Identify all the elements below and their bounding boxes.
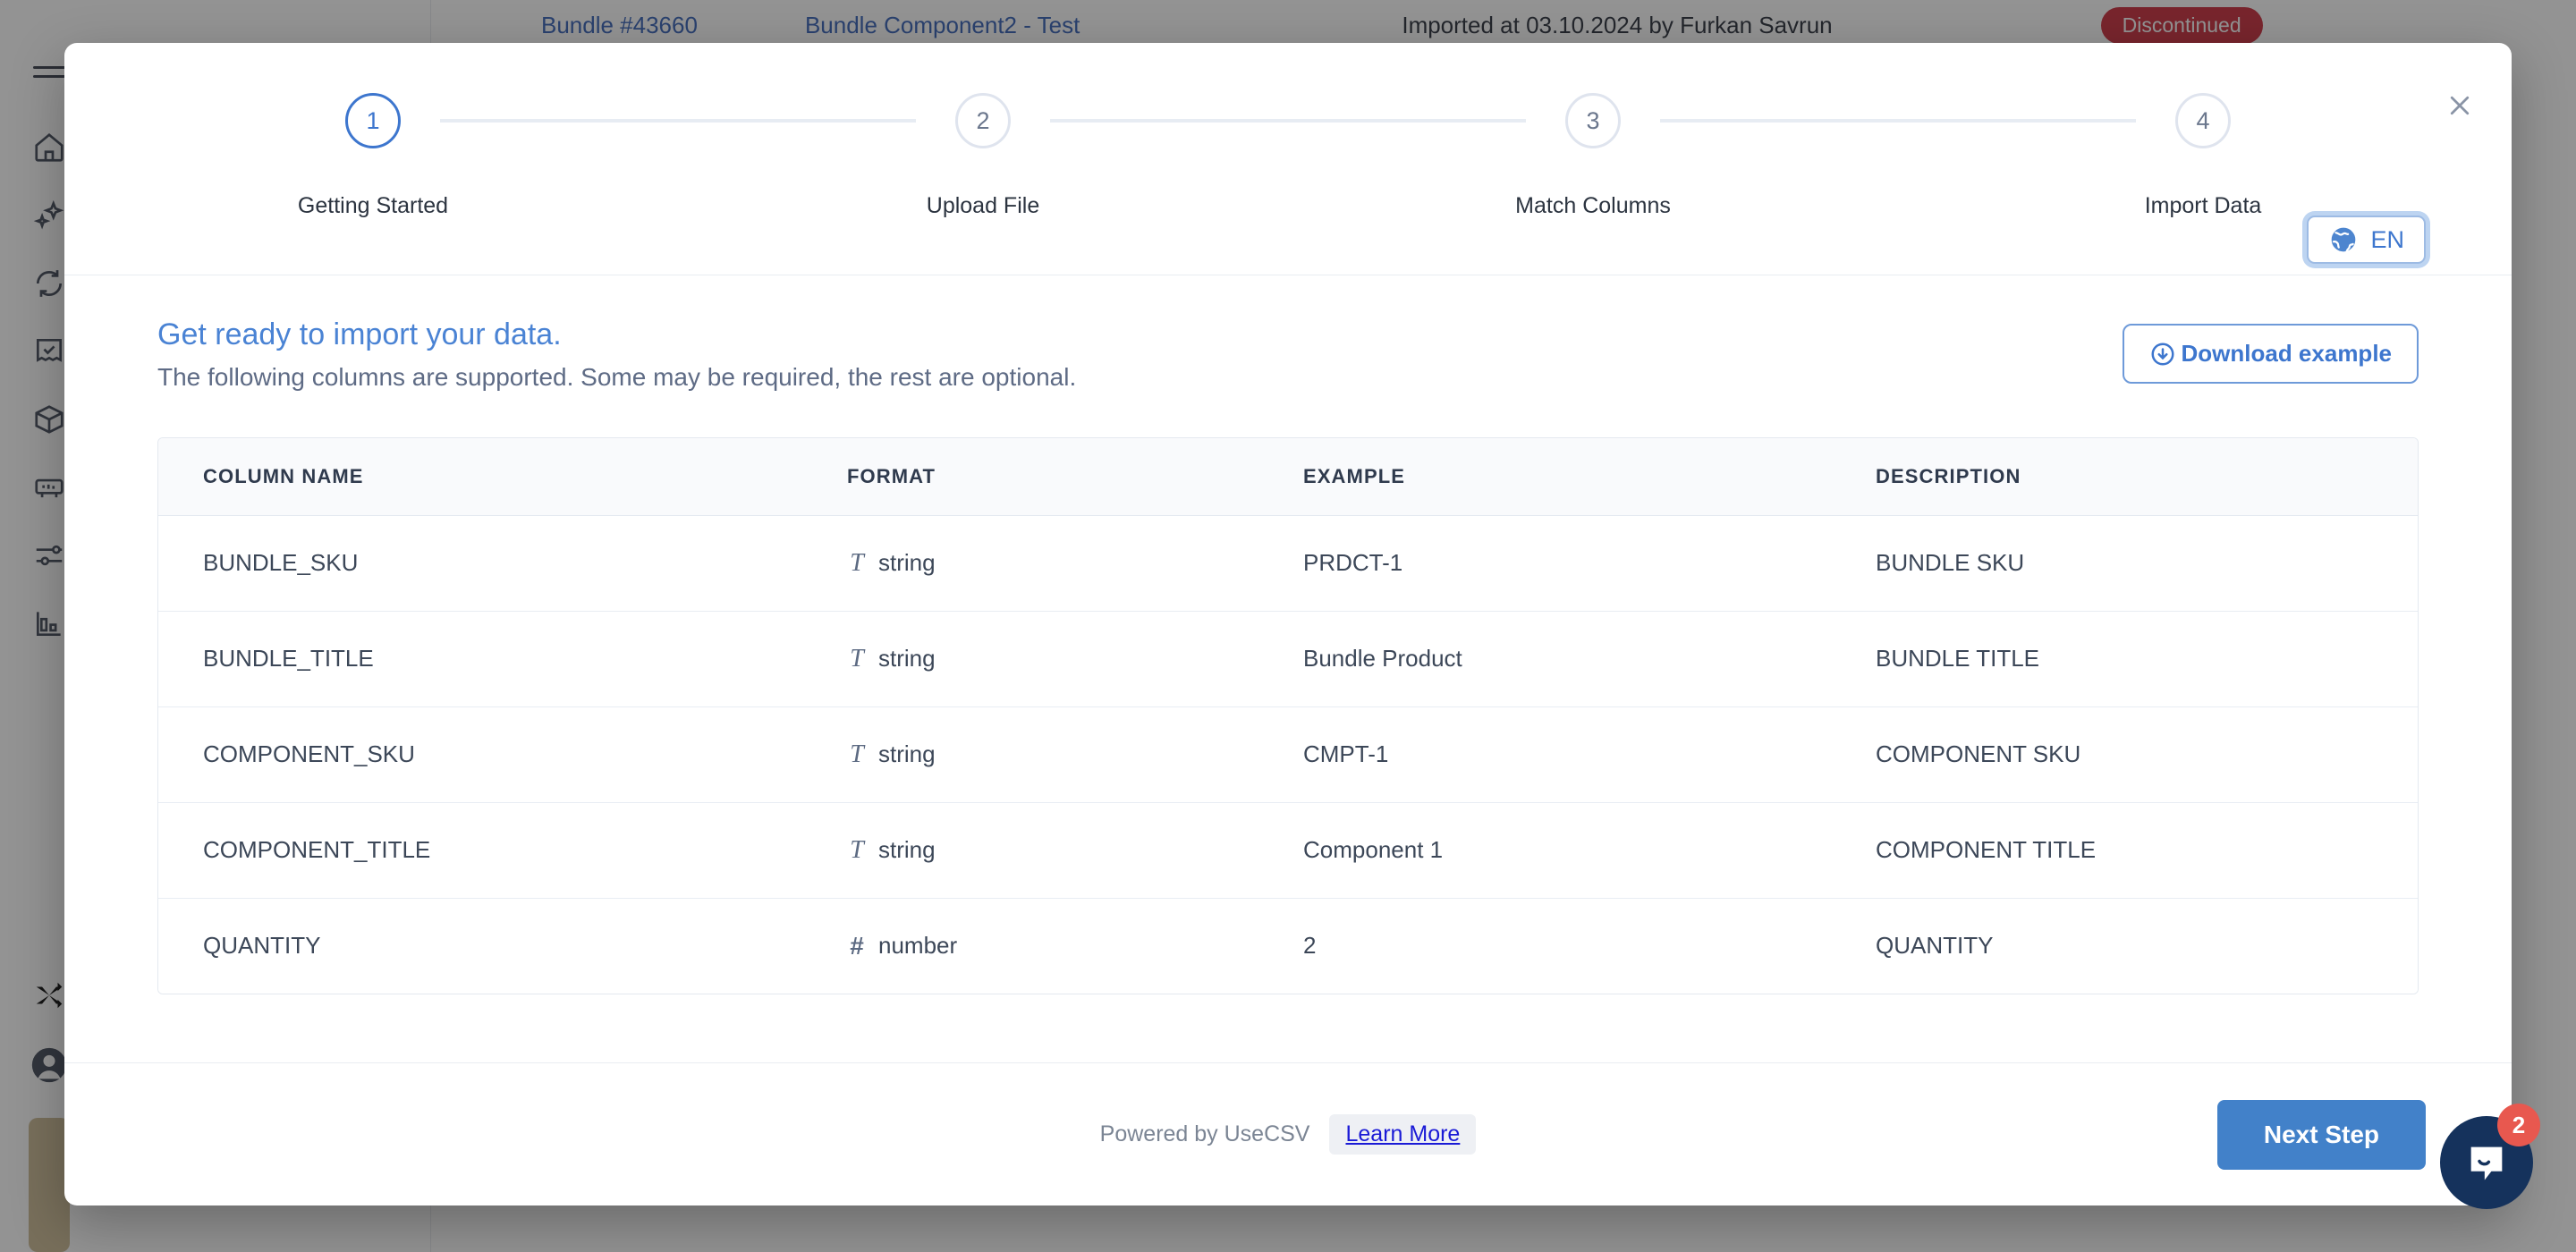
cell-format-label: string <box>878 645 936 673</box>
cell-column-name: QUANTITY <box>158 898 847 994</box>
cell-column-name: BUNDLE_SKU <box>158 515 847 612</box>
stepper-step-1[interactable]: 1 Getting Started <box>298 93 448 219</box>
cell-description: COMPONENT TITLE <box>1876 802 2418 899</box>
table-header: COLUMN NAME FORMAT EXAMPLE DESCRIPTION <box>158 437 2418 516</box>
modal-footer: Powered by UseCSV Learn More Next Step <box>64 1062 2512 1205</box>
cell-example: 2 <box>1303 898 1876 994</box>
table-row: COMPONENT_SKU T string CMPT-1 COMPONENT … <box>158 706 2418 803</box>
chat-unread-badge: 2 <box>2497 1104 2540 1146</box>
text-type-icon: T <box>850 548 864 577</box>
stepper-step-3[interactable]: 3 Match Columns <box>1515 93 1671 219</box>
stepper-step-4[interactable]: 4 Import Data <box>2136 93 2270 219</box>
language-code: EN <box>2370 225 2404 253</box>
step-4-label: Import Data <box>2144 193 2262 218</box>
cell-example: PRDCT-1 <box>1303 515 1876 612</box>
cell-format: T string <box>847 611 1303 707</box>
page-title: Get ready to import your data. <box>157 317 562 351</box>
stepper-area: 1 Getting Started 2 Upload File 3 Match … <box>64 43 2512 275</box>
cell-format-label: string <box>878 549 936 577</box>
supported-columns-table: COLUMN NAME FORMAT EXAMPLE DESCRIPTION B… <box>157 436 2419 994</box>
header-example: EXAMPLE <box>1303 437 1876 516</box>
step-3-label: Match Columns <box>1515 193 1671 218</box>
powered-by-block: Powered by UseCSV Learn More <box>1100 1114 1477 1155</box>
header-format: FORMAT <box>847 437 1303 516</box>
step-2-number: 2 <box>955 93 1011 148</box>
download-example-button[interactable]: Download example <box>2122 324 2419 384</box>
learn-more-link[interactable]: Learn More <box>1329 1114 1477 1155</box>
csv-import-modal: 1 Getting Started 2 Upload File 3 Match … <box>64 43 2512 1205</box>
cell-description: COMPONENT SKU <box>1876 706 2418 803</box>
table-header-row: COLUMN NAME FORMAT EXAMPLE DESCRIPTION <box>158 437 2418 516</box>
step-4-number: 4 <box>2175 93 2231 148</box>
cell-column-name: BUNDLE_TITLE <box>158 611 847 707</box>
text-type-icon: T <box>850 644 864 673</box>
table-row: BUNDLE_TITLE T string Bundle Product BUN… <box>158 611 2418 707</box>
import-stepper: 1 Getting Started 2 Upload File 3 Match … <box>64 93 2512 219</box>
cell-format-label: number <box>878 932 958 960</box>
cell-column-name: COMPONENT_SKU <box>158 706 847 803</box>
cell-format: T string <box>847 802 1303 899</box>
text-type-icon: T <box>850 740 864 768</box>
text-type-icon: T <box>850 835 864 864</box>
cell-description: QUANTITY <box>1876 898 2418 994</box>
cell-description: BUNDLE TITLE <box>1876 611 2418 707</box>
table-row: BUNDLE_SKU T string PRDCT-1 BUNDLE SKU <box>158 515 2418 612</box>
cell-format: T string <box>847 515 1303 612</box>
number-type-icon: # <box>850 931 864 960</box>
header-description: DESCRIPTION <box>1876 437 2418 516</box>
cell-description: BUNDLE SKU <box>1876 515 2418 612</box>
page-subtitle: The following columns are supported. Som… <box>157 362 1077 391</box>
step-1-number: 1 <box>345 93 401 148</box>
cell-format: T string <box>847 706 1303 803</box>
stepper-connector-3 <box>1660 119 2136 123</box>
step-2-label: Upload File <box>926 193 1040 218</box>
globe-icon <box>2328 224 2359 255</box>
cell-example: CMPT-1 <box>1303 706 1876 803</box>
cell-format: # number <box>847 898 1303 994</box>
cell-format-label: string <box>878 836 936 864</box>
cell-example: Bundle Product <box>1303 611 1876 707</box>
language-selector[interactable]: EN <box>2307 216 2426 264</box>
stepper-connector-2 <box>1050 119 1526 123</box>
cell-example: Component 1 <box>1303 802 1876 899</box>
stepper-step-2[interactable]: 2 Upload File <box>916 93 1050 219</box>
cell-format-label: string <box>878 740 936 768</box>
stepper-connector-1 <box>440 119 916 123</box>
table-body: BUNDLE_SKU T string PRDCT-1 BUNDLE SKU B… <box>158 515 2418 994</box>
table-row: QUANTITY # number 2 QUANTITY <box>158 898 2418 994</box>
download-example-label: Download example <box>2181 340 2393 367</box>
modal-body: Get ready to import your data. The follo… <box>64 275 2512 1062</box>
next-step-button[interactable]: Next Step <box>2216 1099 2426 1170</box>
download-circle-icon <box>2149 341 2176 368</box>
step-3-number: 3 <box>1565 93 1621 148</box>
table-row: COMPONENT_TITLE T string Component 1 COM… <box>158 802 2418 899</box>
powered-by-label: Powered by UseCSV <box>1099 1121 1310 1146</box>
cell-column-name: COMPONENT_TITLE <box>158 802 847 899</box>
intro-text-block: Get ready to import your data. The follo… <box>157 315 1076 394</box>
intro-row: Get ready to import your data. The follo… <box>157 315 2419 394</box>
step-1-label: Getting Started <box>297 193 449 218</box>
chat-bubble-icon <box>2463 1139 2510 1186</box>
header-column-name: COLUMN NAME <box>158 437 847 516</box>
